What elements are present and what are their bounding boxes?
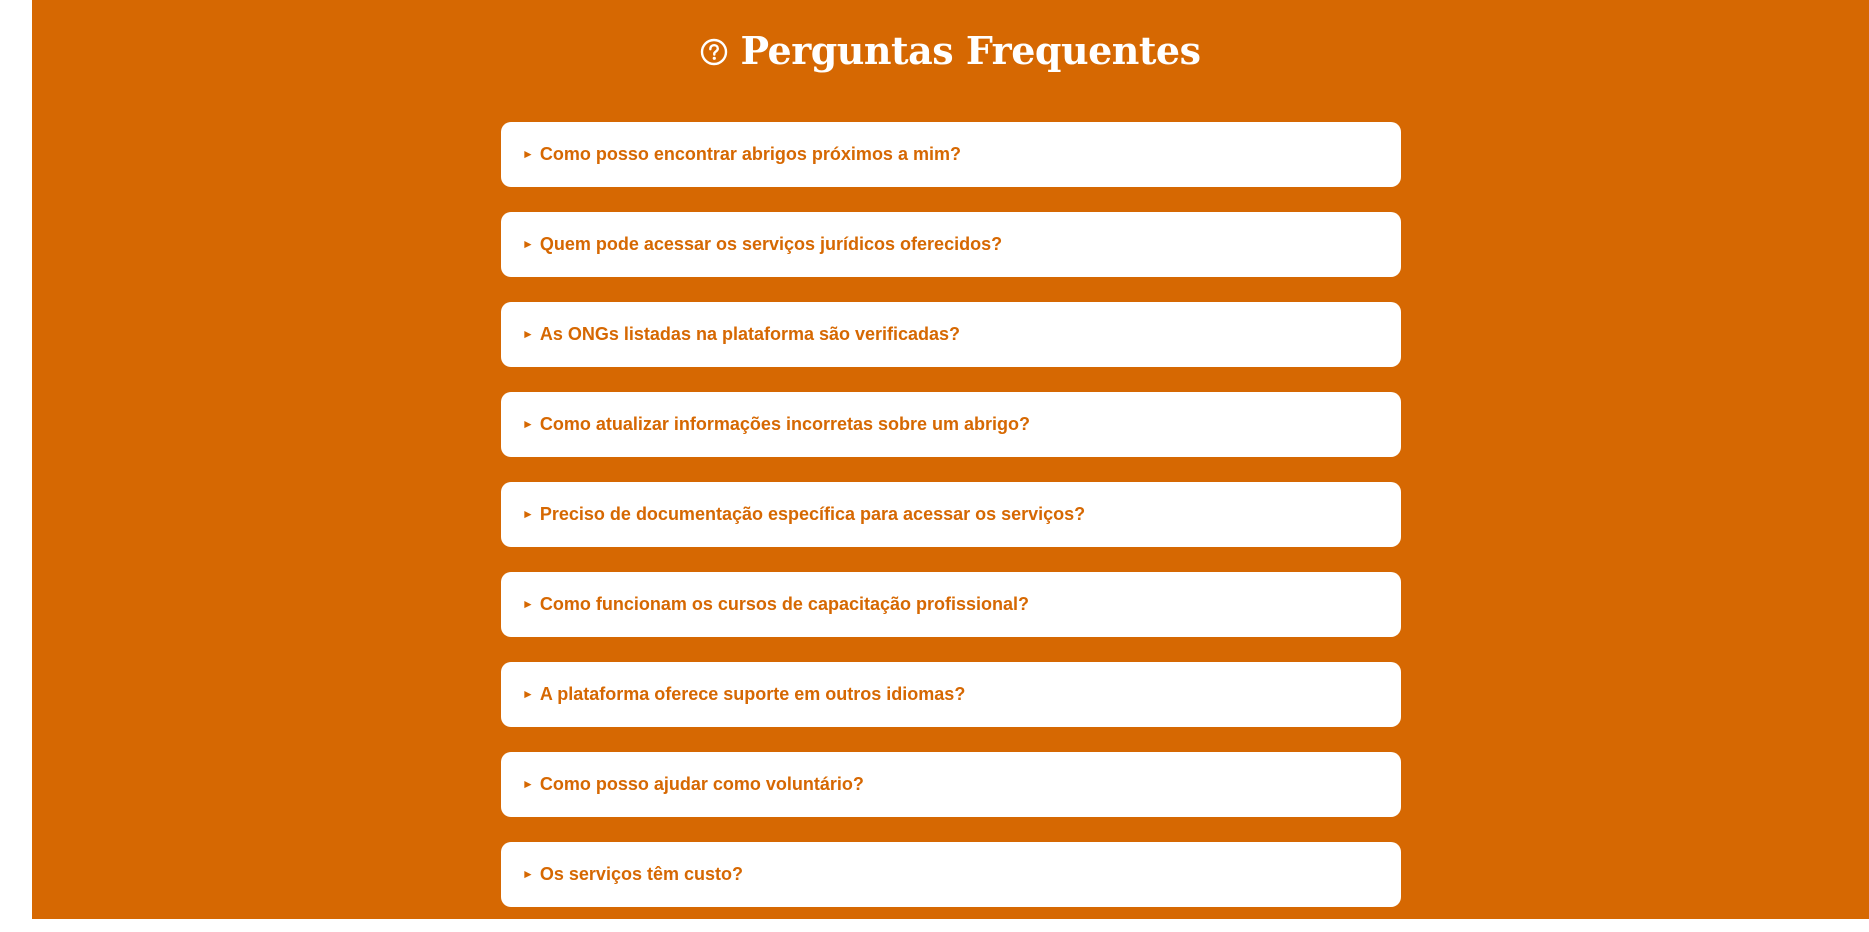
faq-title-text: Perguntas Frequentes xyxy=(740,28,1201,73)
faq-item[interactable]: ► A plataforma oferece suporte em outros… xyxy=(501,662,1401,727)
faq-item[interactable]: ► Como posso encontrar abrigos próximos … xyxy=(501,122,1401,187)
faq-list: ► Como posso encontrar abrigos próximos … xyxy=(501,122,1401,932)
faq-item[interactable]: ► Preciso de documentação específica par… xyxy=(501,482,1401,547)
faq-question: Como funcionam os cursos de capacitação … xyxy=(539,594,1030,614)
faq-item[interactable]: ► As ONGs listadas na plataforma são ver… xyxy=(501,302,1401,367)
caret-right-icon: ► xyxy=(522,416,534,431)
caret-right-icon: ► xyxy=(522,326,534,341)
faq-question: Como posso ajudar como voluntário? xyxy=(539,774,864,794)
caret-right-icon: ► xyxy=(522,686,534,701)
caret-right-icon: ► xyxy=(522,236,534,251)
question-circle-icon xyxy=(701,38,728,65)
faq-question: Como atualizar informações incorretas so… xyxy=(539,414,1031,434)
caret-right-icon: ► xyxy=(522,146,534,161)
faq-title: Perguntas Frequentes xyxy=(32,28,1869,73)
faq-question: As ONGs listadas na plataforma são verif… xyxy=(539,324,961,344)
faq-question: Os serviços têm custo? xyxy=(539,864,743,884)
caret-right-icon: ► xyxy=(522,596,534,611)
caret-right-icon: ► xyxy=(522,776,534,791)
faq-section: Perguntas Frequentes ► Como posso encont… xyxy=(32,0,1869,919)
faq-question: Preciso de documentação específica para … xyxy=(539,504,1086,524)
faq-item[interactable]: ► Quem pode acessar os serviços jurídico… xyxy=(501,212,1401,277)
faq-item[interactable]: ► Como posso ajudar como voluntário? xyxy=(501,752,1401,817)
faq-question: Como posso encontrar abrigos próximos a … xyxy=(539,144,961,164)
faq-question: Quem pode acessar os serviços jurídicos … xyxy=(539,234,1003,254)
faq-item[interactable]: ► Como funcionam os cursos de capacitaçã… xyxy=(501,572,1401,637)
faq-item[interactable]: ► Os serviços têm custo? xyxy=(501,842,1401,907)
caret-right-icon: ► xyxy=(522,866,534,881)
faq-question: A plataforma oferece suporte em outros i… xyxy=(539,684,966,704)
faq-item[interactable]: ► Como atualizar informações incorretas … xyxy=(501,392,1401,457)
caret-right-icon: ► xyxy=(522,506,534,521)
